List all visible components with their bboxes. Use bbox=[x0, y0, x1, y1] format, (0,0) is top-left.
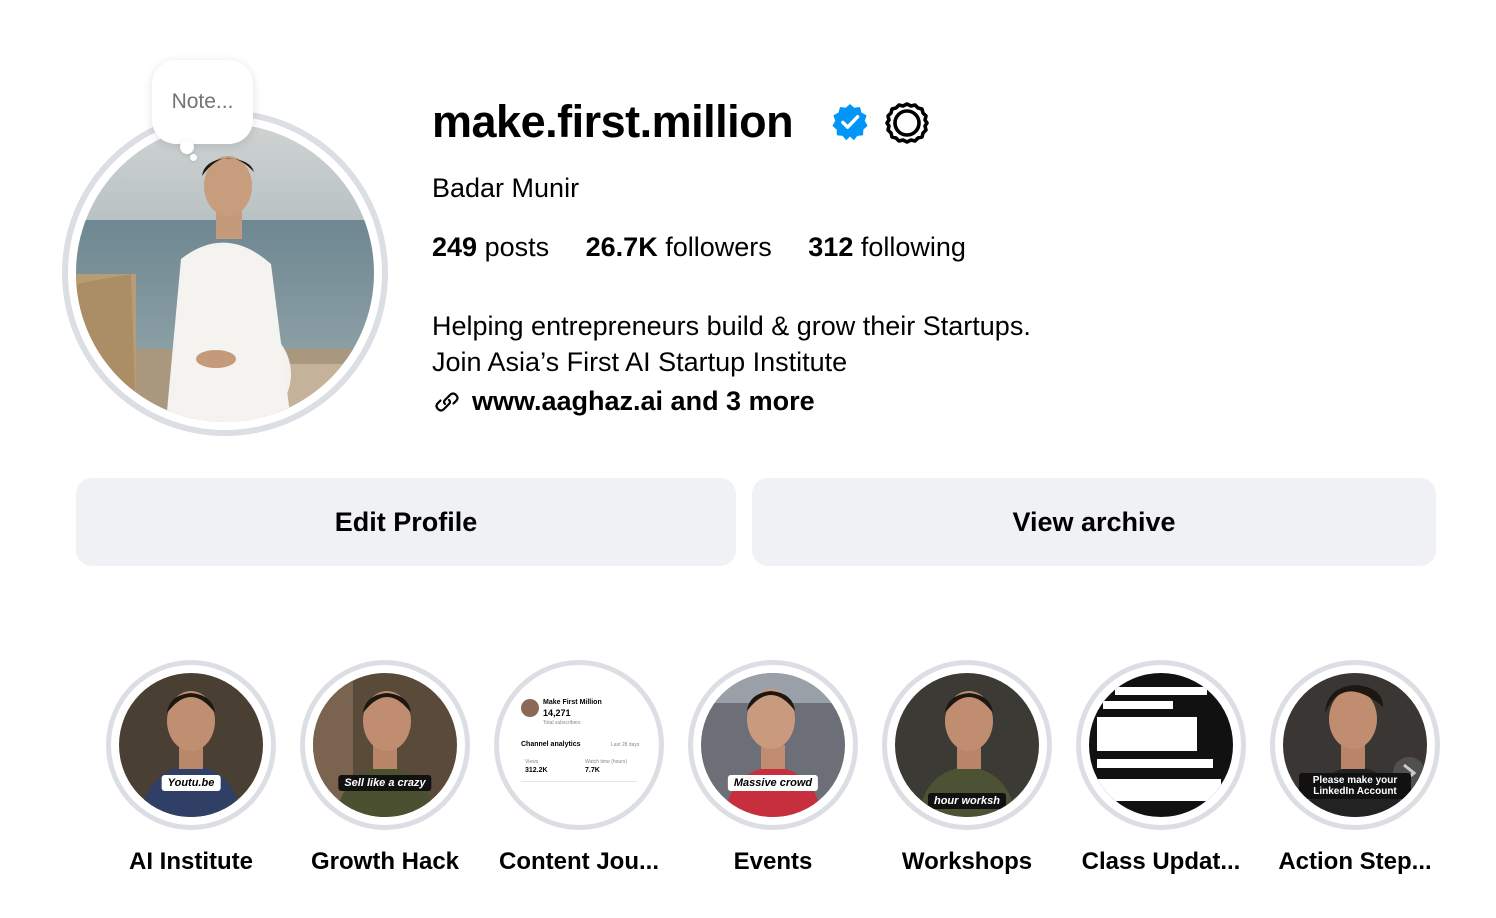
highlight-label: Action Step... bbox=[1278, 848, 1432, 875]
highlight-cover: Please make your LinkedIn Account bbox=[1283, 673, 1427, 817]
highlight-cover: Massive crowd bbox=[701, 673, 845, 817]
view-archive-button[interactable]: View archive bbox=[752, 478, 1436, 566]
bio-link[interactable]: www.aaghaz.ai and 3 more bbox=[432, 386, 815, 417]
following-count: 312 bbox=[808, 232, 854, 262]
highlight-action-steps[interactable]: Please make your LinkedIn Account Action… bbox=[1270, 660, 1440, 890]
text-block bbox=[1103, 701, 1173, 709]
text-block bbox=[1097, 759, 1213, 768]
highlight-label: AI Institute bbox=[129, 848, 253, 875]
channel-subscribers-label: Total subscribers bbox=[543, 720, 581, 726]
posts-stat: 249 posts bbox=[432, 232, 549, 262]
views-label: Views bbox=[525, 759, 539, 765]
followers-stat[interactable]: 26.7K followers bbox=[586, 232, 772, 262]
highlight-caption: Please make your LinkedIn Account bbox=[1299, 773, 1411, 799]
note-bubble-tail-small bbox=[190, 154, 197, 161]
highlight-class-updates[interactable]: Class Updat... bbox=[1076, 660, 1246, 890]
followers-label: followers bbox=[665, 232, 772, 262]
link-icon bbox=[435, 391, 459, 412]
username: make.first.million bbox=[432, 96, 794, 147]
note-bubble[interactable]: Note... bbox=[152, 60, 253, 144]
highlight-cover: Make First Million 14,271 Total subscrib… bbox=[507, 673, 651, 817]
settings-gear-icon[interactable] bbox=[884, 100, 930, 146]
bio: Helping entrepreneurs build & grow their… bbox=[432, 308, 1031, 380]
edit-profile-button[interactable]: Edit Profile bbox=[76, 478, 736, 566]
highlight-events[interactable]: Massive crowd Events bbox=[688, 660, 858, 890]
highlight-cover bbox=[1089, 673, 1233, 817]
watch-time-value: 7.7K bbox=[585, 767, 600, 774]
text-block bbox=[1097, 717, 1197, 751]
note-bubble-tail bbox=[180, 140, 194, 154]
views-value: 312.2K bbox=[525, 767, 548, 774]
highlight-caption: Massive crowd bbox=[727, 775, 819, 791]
profile-avatar[interactable] bbox=[62, 110, 388, 436]
highlight-growth-hack[interactable]: Sell like a crazy Growth Hack bbox=[300, 660, 470, 890]
channel-subscribers: 14,271 bbox=[543, 708, 571, 718]
posts-count: 249 bbox=[432, 232, 478, 262]
highlight-cover: Youtu.be bbox=[119, 673, 263, 817]
highlight-content-journey[interactable]: Make First Million 14,271 Total subscrib… bbox=[494, 660, 664, 890]
channel-analytics-title: Channel analytics bbox=[521, 741, 581, 748]
text-block bbox=[1097, 779, 1221, 801]
channel-analytics-period: Last 28 days bbox=[611, 742, 640, 748]
channel-name: Make First Million bbox=[543, 699, 602, 706]
highlight-label: Workshops bbox=[901, 848, 1033, 875]
highlight-label: Class Updat... bbox=[1081, 848, 1241, 875]
highlight-ai-institute[interactable]: Youtu.be AI Institute bbox=[106, 660, 276, 890]
note-placeholder: Note... bbox=[171, 90, 234, 113]
channel-avatar bbox=[521, 699, 539, 717]
followers-count: 26.7K bbox=[585, 232, 658, 262]
divider bbox=[521, 781, 637, 782]
verified-badge-icon bbox=[832, 103, 868, 141]
highlight-caption: hour worksh bbox=[927, 793, 1007, 809]
bio-line-1: Helping entrepreneurs build & grow their… bbox=[432, 311, 1031, 341]
full-name: Badar Munir bbox=[432, 173, 580, 203]
bio-link-text: www.aaghaz.ai and 3 more bbox=[472, 386, 815, 416]
avatar-photo bbox=[76, 124, 374, 422]
following-label: following bbox=[860, 232, 966, 262]
watch-time-label: Watch time (hours) bbox=[585, 759, 628, 765]
highlight-label: Growth Hack bbox=[310, 848, 460, 875]
highlight-caption: Sell like a crazy bbox=[338, 775, 432, 791]
highlight-cover: Sell like a crazy bbox=[313, 673, 457, 817]
highlight-caption: Youtu.be bbox=[161, 775, 221, 791]
highlight-label: Content Jou... bbox=[499, 848, 659, 875]
profile-stats: 249 posts 26.7K followers 312 following bbox=[432, 232, 995, 263]
following-stat[interactable]: 312 following bbox=[808, 232, 966, 262]
posts-label: posts bbox=[484, 232, 550, 262]
text-block bbox=[1115, 687, 1207, 695]
highlight-cover: hour worksh bbox=[895, 673, 1039, 817]
highlight-workshops[interactable]: hour worksh Workshops bbox=[882, 660, 1052, 890]
highlight-label: Events bbox=[733, 848, 813, 875]
bio-line-2: Join Asia’s First AI Startup Institute bbox=[432, 347, 848, 377]
